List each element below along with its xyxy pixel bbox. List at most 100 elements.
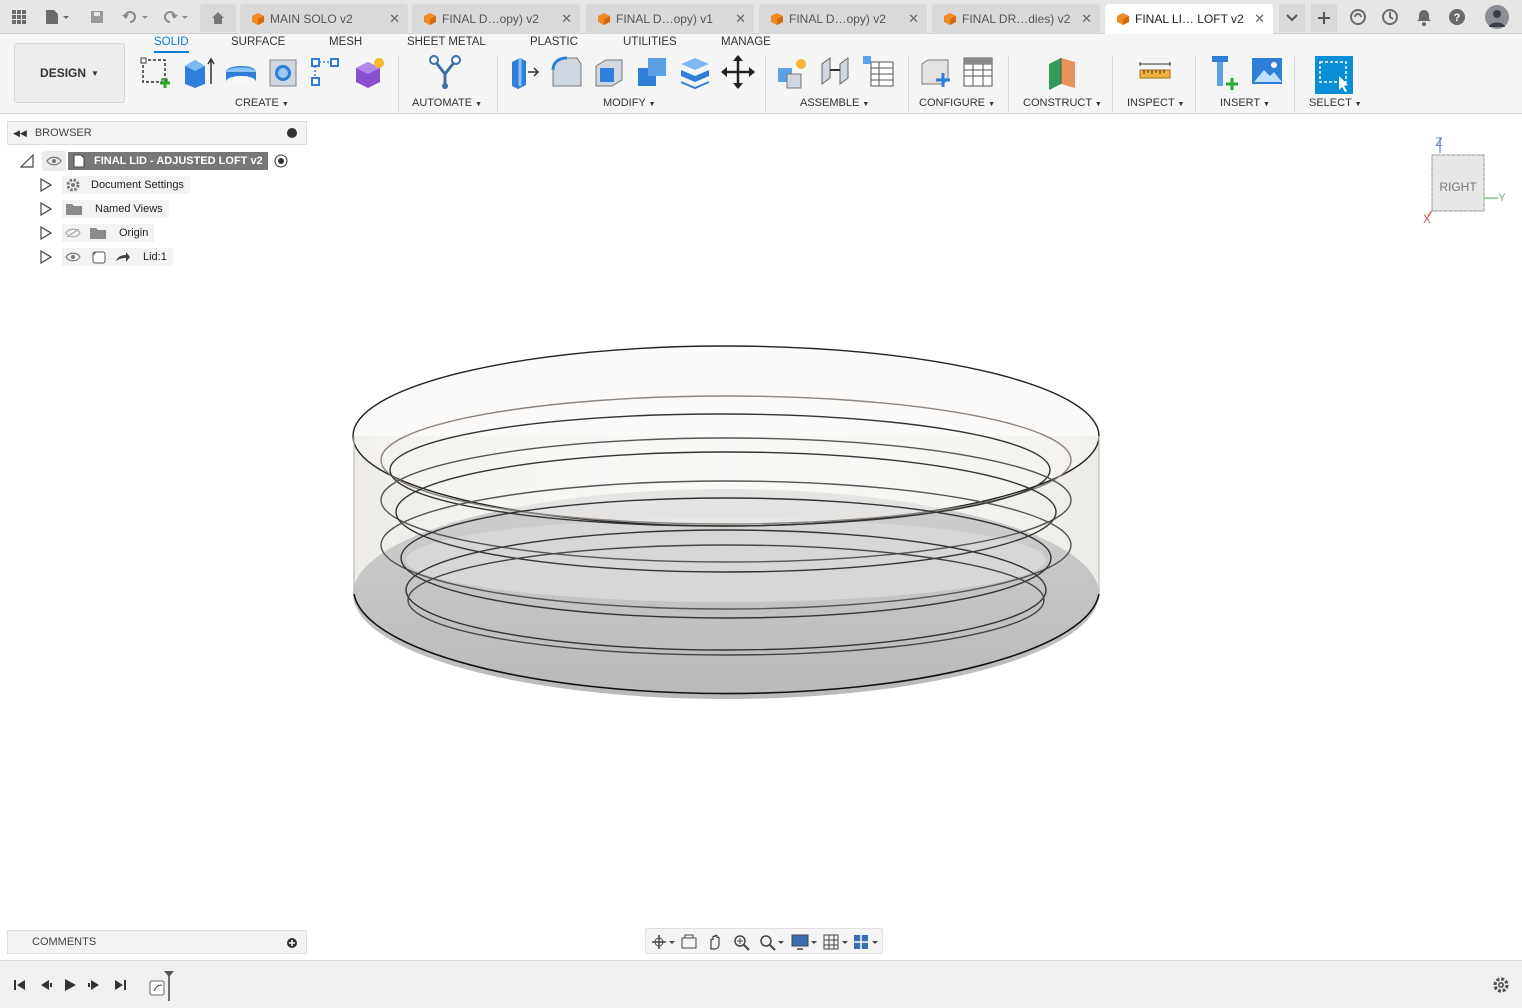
chevron-down-icon: ▼ <box>475 101 483 108</box>
orbit-icon[interactable] <box>650 933 676 951</box>
tab-label: FINAL D…opy) v1 <box>616 12 713 26</box>
close-icon[interactable]: ✕ <box>1254 11 1265 27</box>
add-comment-icon[interactable] <box>286 937 298 949</box>
doc-tab-3[interactable]: FINAL D…opy) v1 ✕ <box>586 4 754 34</box>
construct-menu[interactable]: CONSTRUCT ▼ <box>1023 97 1102 109</box>
save-icon[interactable] <box>86 6 108 28</box>
part-cube-icon <box>944 13 956 25</box>
doc-tab-2[interactable]: FINAL D…opy) v2 ✕ <box>412 4 580 34</box>
close-icon[interactable]: ✕ <box>1081 11 1092 27</box>
grid-menu-icon[interactable] <box>8 6 30 28</box>
close-icon[interactable]: ✕ <box>908 11 919 27</box>
assemble-menu[interactable]: ASSEMBLE ▼ <box>800 97 869 109</box>
tab-mesh[interactable]: MESH <box>329 36 362 48</box>
new-tab-icon[interactable] <box>1311 4 1337 32</box>
redo-icon[interactable] <box>158 6 192 28</box>
new-component-icon[interactable] <box>775 54 809 90</box>
insert-label: INSERT <box>1220 97 1260 109</box>
home-icon[interactable] <box>200 4 236 32</box>
grid-snap-icon[interactable] <box>822 933 852 951</box>
viewcube[interactable]: Z RIGHT Y X <box>1418 128 1508 226</box>
look-at-icon[interactable] <box>680 933 698 951</box>
measure-icon[interactable] <box>1138 54 1172 90</box>
modify-menu[interactable]: MODIFY ▼ <box>603 97 656 109</box>
viewports-icon[interactable] <box>852 933 882 951</box>
combine-icon[interactable] <box>635 54 669 90</box>
navigation-bar <box>645 928 883 954</box>
user-avatar-icon[interactable] <box>1485 5 1509 29</box>
tab-solid[interactable]: SOLID <box>154 36 189 53</box>
construct-plane-icon[interactable] <box>1045 54 1079 90</box>
job-status-icon[interactable] <box>1379 6 1401 28</box>
file-icon[interactable] <box>40 6 74 28</box>
press-pull-icon[interactable] <box>506 54 540 90</box>
chevron-down-icon: ▼ <box>862 101 870 108</box>
move-icon[interactable] <box>721 54 755 90</box>
configuration-table-icon[interactable] <box>961 54 995 90</box>
chevron-down-icon: ▼ <box>648 101 656 108</box>
insert-menu[interactable]: INSERT ▼ <box>1220 97 1270 109</box>
tab-manage[interactable]: MANAGE <box>721 36 771 48</box>
shell-icon[interactable] <box>592 54 626 90</box>
select-window-icon[interactable] <box>1315 56 1353 94</box>
divider <box>1112 56 1113 112</box>
create-menu[interactable]: CREATE ▼ <box>235 97 289 109</box>
configure-menu[interactable]: CONFIGURE ▼ <box>919 97 995 109</box>
step-forward-icon[interactable] <box>87 977 103 993</box>
tab-overflow-icon[interactable] <box>1279 4 1305 32</box>
undo-icon[interactable] <box>118 6 152 28</box>
modify-label: MODIFY <box>603 97 646 109</box>
comments-panel-header[interactable]: COMMENTS <box>7 930 307 954</box>
tab-sheet-metal[interactable]: SHEET METAL <box>407 36 486 48</box>
lid-model[interactable] <box>352 345 1100 699</box>
form-icon[interactable] <box>352 54 386 90</box>
automate-icon[interactable] <box>428 54 462 90</box>
zoom-window-icon[interactable] <box>758 933 786 951</box>
configure-icon[interactable] <box>918 54 952 90</box>
timeline-feature-icon[interactable] <box>148 969 176 1003</box>
create-sketch-icon[interactable] <box>139 54 173 90</box>
hole-icon[interactable] <box>267 54 301 90</box>
inspect-menu[interactable]: INSPECT ▼ <box>1127 97 1184 109</box>
create-label: CREATE <box>235 97 279 109</box>
design-workspace-button[interactable]: DESIGN ▼ <box>14 43 125 103</box>
close-icon[interactable]: ✕ <box>561 11 572 27</box>
close-icon[interactable]: ✕ <box>389 11 400 27</box>
pan-hand-icon[interactable] <box>706 933 724 951</box>
help-icon[interactable]: ? <box>1446 6 1468 28</box>
joint-icon[interactable] <box>818 54 852 90</box>
bill-of-materials-icon[interactable] <box>861 54 895 90</box>
tab-surface[interactable]: SURFACE <box>231 36 285 48</box>
tab-utilities[interactable]: UTILITIES <box>623 36 677 48</box>
online-status-icon[interactable] <box>1347 6 1369 28</box>
doc-tab-active[interactable]: FINAL LI… LOFT v2 ✕ <box>1105 4 1273 34</box>
divider <box>765 56 766 112</box>
toolbar-ribbon: DESIGN ▼ SOLID SURFACE MESH SHEET METAL … <box>0 34 1522 114</box>
fillet-icon[interactable] <box>549 54 583 90</box>
step-back-icon[interactable] <box>37 977 53 993</box>
offset-faces-icon[interactable] <box>678 54 712 90</box>
go-to-end-icon[interactable] <box>112 977 128 993</box>
doc-tab-4[interactable]: FINAL D…opy) v2 ✕ <box>759 4 927 34</box>
insert-mcmaster-icon[interactable] <box>1208 54 1242 90</box>
close-icon[interactable]: ✕ <box>735 11 746 27</box>
zoom-icon[interactable] <box>732 933 750 951</box>
play-icon[interactable] <box>62 977 78 993</box>
doc-tab-1[interactable]: MAIN SOLO v2 ✕ <box>240 4 408 34</box>
notifications-icon[interactable] <box>1413 6 1435 28</box>
comments-title: COMMENTS <box>32 936 97 948</box>
automate-menu[interactable]: AUTOMATE ▼ <box>412 97 482 109</box>
settings-gear-icon[interactable] <box>1492 976 1510 994</box>
insert-canvas-icon[interactable] <box>1250 54 1284 90</box>
tab-plastic[interactable]: PLASTIC <box>530 36 578 48</box>
design-label: DESIGN <box>40 66 87 80</box>
extrude-icon[interactable] <box>181 54 215 90</box>
go-to-start-icon[interactable] <box>12 977 28 993</box>
pattern-icon[interactable] <box>309 54 343 90</box>
revolve-icon[interactable] <box>224 54 258 90</box>
doc-tab-5[interactable]: FINAL DR…dies) v2 ✕ <box>932 4 1100 34</box>
model-viewport[interactable] <box>0 115 1522 960</box>
assemble-label: ASSEMBLE <box>800 97 860 109</box>
select-menu[interactable]: SELECT ▼ <box>1309 97 1362 109</box>
display-settings-icon[interactable] <box>790 933 820 951</box>
